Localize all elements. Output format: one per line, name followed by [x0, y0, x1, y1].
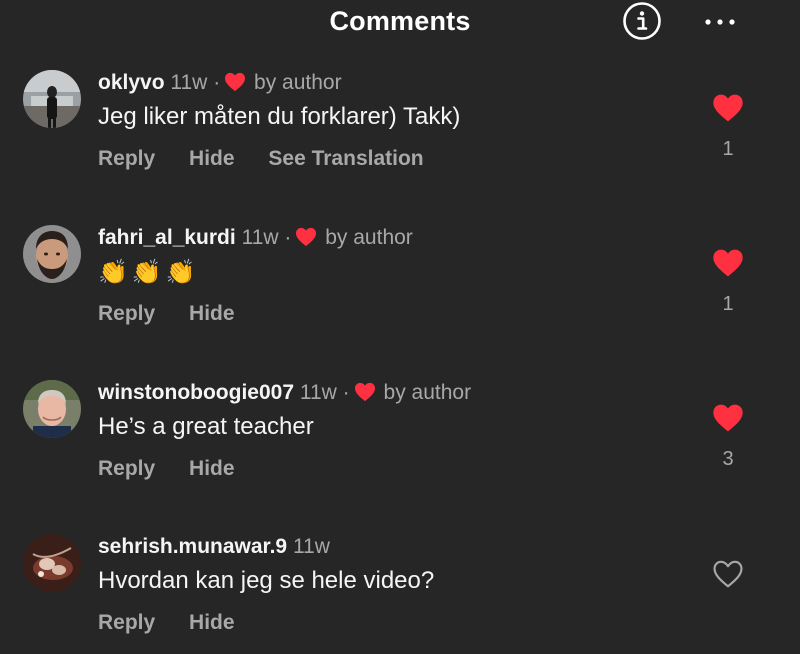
reply-button[interactable]: Reply [98, 147, 155, 170]
avatar[interactable] [23, 225, 81, 283]
comment-actions: Reply Hide [98, 610, 263, 636]
comment-meta: winstonoboogie007 11w · by author [98, 380, 471, 406]
reply-button[interactable]: Reply [98, 457, 155, 480]
heart-icon [354, 382, 376, 402]
hide-button[interactable]: Hide [189, 302, 235, 325]
info-icon[interactable] [622, 1, 662, 41]
comment-item: sehrish.munawar.9 11w Hvordan kan jeg se… [0, 532, 800, 652]
hide-button[interactable]: Hide [189, 611, 235, 634]
separator: · [342, 381, 350, 404]
avatar[interactable] [23, 534, 81, 592]
comment-meta: fahri_al_kurdi 11w · by author [98, 225, 413, 251]
like-heart-outline-icon[interactable] [712, 559, 744, 589]
reply-button[interactable]: Reply [98, 611, 155, 634]
like-count: 3 [722, 448, 734, 470]
avatar[interactable] [23, 70, 81, 128]
see-translation-button[interactable]: See Translation [268, 147, 423, 170]
comment-meta: oklyvo 11w · by author [98, 70, 342, 96]
avatar[interactable] [23, 380, 81, 438]
like-heart-icon[interactable] [712, 93, 744, 123]
comment-actions: Reply Hide See Translation [98, 146, 452, 172]
hide-button[interactable]: Hide [189, 147, 235, 170]
comment-actions: Reply Hide [98, 456, 263, 482]
liked-by-author-label: by author [325, 226, 413, 249]
page-title: Comments [329, 6, 471, 36]
timestamp: 11w [299, 381, 337, 404]
like-heart-icon[interactable] [712, 248, 744, 278]
like-heart-icon[interactable] [712, 403, 744, 433]
separator: · [213, 71, 221, 94]
username[interactable]: winstonoboogie007 [98, 381, 294, 404]
timestamp: 11w [170, 71, 208, 94]
comment-text: Jeg liker måten du forklarer) Takk) [98, 103, 461, 130]
timestamp: 11w [241, 226, 279, 249]
username[interactable]: sehrish.munawar.9 [98, 535, 287, 558]
hide-button[interactable]: Hide [189, 457, 235, 480]
username[interactable]: oklyvo [98, 71, 165, 94]
comment-actions: Reply Hide [98, 301, 263, 327]
more-options-icon[interactable] [700, 6, 740, 38]
heart-icon [224, 72, 246, 92]
comment-text: Hvordan kan jeg se hele video? [98, 567, 435, 594]
liked-by-author-label: by author [383, 381, 472, 404]
timestamp: 11w [292, 535, 330, 558]
comment-item: winstonoboogie007 11w · by author He’s a… [0, 378, 800, 498]
like-count: 1 [722, 138, 734, 160]
liked-by-author-label: by author [254, 71, 342, 94]
heart-icon [295, 227, 317, 247]
comment-item: oklyvo 11w · by author Jeg liker måten d… [0, 68, 800, 188]
comment-text: He’s a great teacher [98, 413, 314, 440]
separator: · [284, 226, 292, 249]
reply-button[interactable]: Reply [98, 302, 155, 325]
comment-item: fahri_al_kurdi 11w · by author 👏👏👏 Reply… [0, 223, 800, 343]
comment-meta: sehrish.munawar.9 11w [98, 534, 330, 560]
like-count: 1 [722, 293, 734, 315]
comments-header: Comments [0, 0, 800, 48]
username[interactable]: fahri_al_kurdi [98, 226, 236, 249]
comment-text: 👏👏👏 [98, 258, 200, 286]
